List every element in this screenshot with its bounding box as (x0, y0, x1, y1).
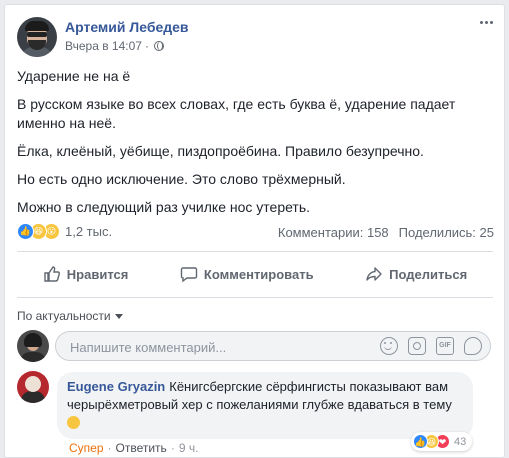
comment-reactions[interactable]: 👍 😆 ❤ 43 (411, 432, 473, 451)
more-options-icon[interactable] (480, 21, 494, 25)
like-label: Нравится (66, 266, 129, 282)
like-icon: 👍 (17, 223, 34, 240)
share-button[interactable]: Поделиться (365, 265, 467, 283)
gif-icon[interactable]: GIF (436, 337, 454, 355)
smile-emoji-icon (67, 416, 80, 429)
comment-sort-dropdown[interactable]: По актуальности (17, 309, 123, 323)
comment-reaction-count: 43 (454, 435, 467, 448)
post-meta: Вчера в 14:07 · (65, 39, 164, 53)
comment-composer: GIF (55, 331, 491, 361)
post-paragraph: Ударение не на ё (17, 68, 131, 84)
reaction-count[interactable]: 1,2 тыс. (65, 224, 112, 239)
composer-icons: GIF (380, 337, 482, 355)
like-button[interactable]: Нравится (43, 265, 129, 283)
post-time[interactable]: Вчера в 14:07 (65, 39, 142, 53)
post-paragraph: Ёлка, клеёный, уёбище, пиздопроёбина. Пр… (17, 143, 424, 159)
camera-icon[interactable] (408, 337, 426, 355)
commenter-name[interactable]: Eugene Gryazin (67, 379, 165, 394)
like-icon: 👍 (413, 434, 428, 449)
divider (17, 251, 493, 252)
author-name[interactable]: Артемий Лебедев (65, 19, 189, 35)
comment-label: Комментировать (203, 266, 314, 282)
comment-button[interactable]: Комментировать (180, 265, 314, 283)
commenter-avatar[interactable] (17, 371, 49, 403)
sticker-icon[interactable] (464, 337, 482, 355)
thumbs-up-icon (44, 266, 60, 282)
reply-link[interactable]: Ответить (116, 441, 167, 455)
dot-separator: · (170, 441, 175, 455)
chevron-down-icon (114, 313, 123, 319)
post-paragraph: Можно в следующий раз училке нос утереть… (17, 199, 311, 215)
post-body: Ударение не на ё В русском языке во всех… (17, 67, 495, 226)
meta-separator: · (144, 39, 149, 53)
sort-label: По актуальности (17, 309, 111, 323)
post-paragraph: В русском языке во всех словах, где есть… (17, 96, 456, 131)
comment-icon (180, 267, 198, 283)
post-stats: Комментарии: 158 Поделились: 25 (278, 225, 494, 240)
share-icon (366, 267, 382, 281)
post-actions: Нравится Комментировать Поделиться (17, 257, 493, 291)
shares-count[interactable]: Поделились: 25 (399, 225, 494, 240)
post-paragraph: Но есть одно исключение. Это слово трёхм… (17, 171, 346, 187)
globe-icon[interactable] (153, 41, 164, 51)
divider (17, 297, 493, 298)
comment-actions: Супер · Ответить · 9 ч. (69, 441, 198, 455)
comments-count[interactable]: Комментарии: 158 (278, 225, 389, 240)
comment-bubble: Eugene Gryazin Кёнигсбергские сёрфингисты… (57, 372, 473, 439)
reactions-summary[interactable]: 👍 😆 😮 1,2 тыс. (17, 223, 112, 240)
share-label: Поделиться (389, 266, 468, 282)
author-avatar[interactable] (17, 17, 57, 57)
comment-input[interactable] (68, 337, 352, 357)
comment-time[interactable]: 9 ч. (179, 441, 199, 455)
current-user-avatar[interactable] (17, 330, 49, 362)
emoji-icon[interactable] (380, 337, 398, 355)
super-reaction-link[interactable]: Супер (69, 441, 104, 455)
post-card: Артемий Лебедев Вчера в 14:07 · Ударение… (4, 4, 505, 458)
dot-separator: · (107, 441, 112, 455)
